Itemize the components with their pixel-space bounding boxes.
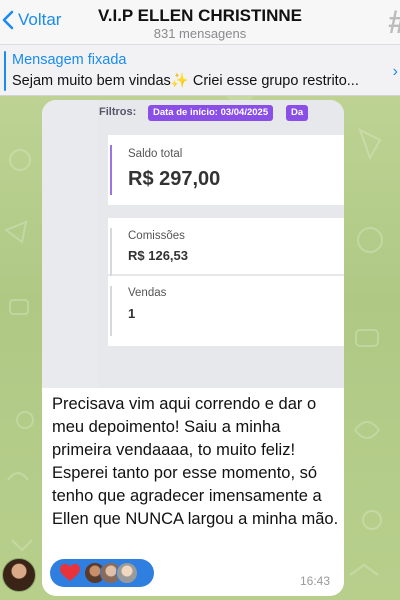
chat-subtitle: 831 mensagens	[153, 26, 247, 41]
reactions-pill[interactable]	[50, 559, 154, 587]
commissions-card: Comissões R$ 126,53	[108, 218, 344, 278]
card-label: Saldo total	[128, 148, 183, 160]
pinned-label: Mensagem fixada	[12, 52, 127, 68]
message-image[interactable]: Filtros: Data de início: 03/04/2025 Da S…	[42, 100, 344, 388]
card-value: R$ 126,53	[128, 248, 188, 263]
heart-icon	[60, 564, 80, 581]
card-accent	[110, 228, 112, 278]
pinned-message-bar[interactable]: Mensagem fixada Sejam muito bem vindas✨ …	[0, 44, 400, 96]
date-filter-chip: Data de início: 03/04/2025	[148, 105, 274, 121]
date-filter-chip-2: Da	[286, 105, 309, 121]
card-value: R$ 297,00	[128, 168, 221, 190]
channel-avatar-icon[interactable]: #	[388, 4, 400, 41]
reaction-avatar	[116, 562, 138, 584]
chevron-right-icon[interactable]: ›	[393, 63, 398, 81]
sender-avatar[interactable]	[2, 558, 36, 592]
pinned-indicator	[4, 51, 6, 91]
message-bubble[interactable]: Filtros: Data de início: 03/04/2025 Da S…	[42, 100, 344, 596]
card-label: Comissões	[128, 230, 185, 242]
pinned-text: Sejam muito bem vindas✨ Criei esse grupo…	[12, 73, 359, 89]
card-value: 1	[128, 306, 136, 321]
card-label: Vendas	[128, 287, 167, 299]
card-accent	[110, 145, 112, 195]
message-text: Precisava vim aqui correndo e dar o meu …	[52, 395, 339, 528]
message-time: 16:43	[299, 574, 330, 588]
chat-title[interactable]: V.I.P ELLEN CHRISTINNE	[0, 6, 400, 26]
filters-label: Filtros:	[99, 106, 137, 118]
card-accent	[110, 286, 112, 336]
chat-header: Voltar V.I.P ELLEN CHRISTINNE 831 mensag…	[0, 0, 400, 44]
balance-card: Saldo total R$ 297,00	[108, 135, 344, 205]
sales-card: Vendas 1	[108, 276, 344, 346]
